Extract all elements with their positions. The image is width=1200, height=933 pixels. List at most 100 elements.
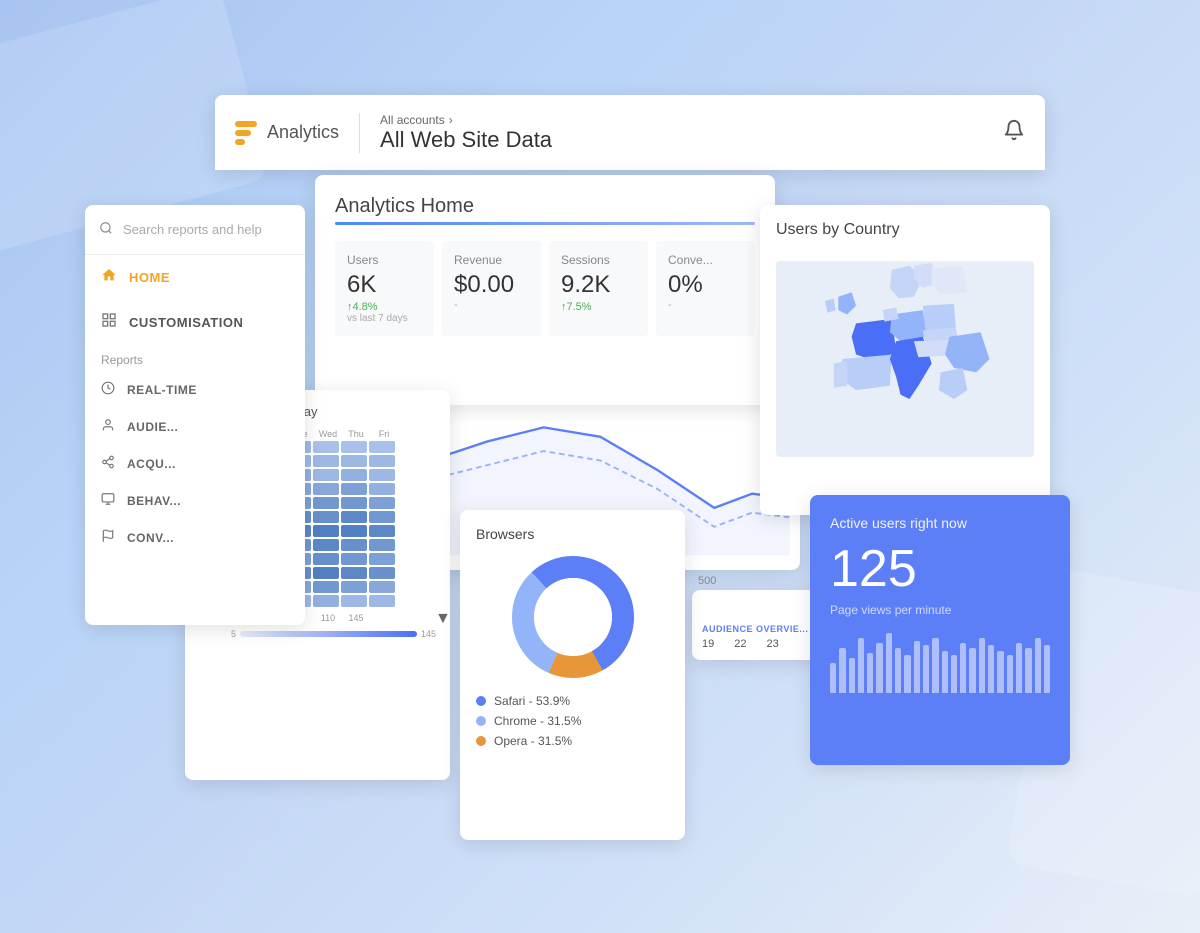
home-underline (335, 222, 755, 225)
mini-bar-item (932, 638, 938, 693)
mini-bar-item (1025, 648, 1031, 693)
realtime-label: REAL-TIME (127, 383, 197, 397)
mini-bar-item (867, 653, 873, 693)
mini-bar-item (904, 655, 910, 693)
conv-label: Conve... (668, 253, 743, 267)
breadcrumb-main: All Web Site Data (380, 127, 552, 153)
day-label-wed: Wed (315, 429, 341, 439)
conversions-label: CONV... (127, 531, 174, 545)
sidebar-item-behaviour[interactable]: BEHAV... (85, 482, 305, 519)
clock-icon (101, 381, 115, 398)
audience-overview-label: AUDIENCE OVERVIE... (702, 624, 812, 634)
donut-chart-svg (508, 552, 638, 682)
heatmap-cell (313, 553, 339, 565)
heatmap-cell (313, 539, 339, 551)
active-users-count: 125 (830, 539, 1050, 599)
audience-label: AUDIE... (127, 420, 178, 434)
day-label-fri: Fri (371, 429, 397, 439)
sidebar-item-acquisition[interactable]: ACQU... (85, 445, 305, 482)
browsers-card: Browsers Safari - 53.9% Chrome - 31.5% O… (460, 510, 685, 840)
mini-bar-item (876, 643, 882, 693)
mini-bar-item (1035, 638, 1041, 693)
mini-bar-item (960, 643, 966, 693)
legend-safari: Safari - 53.9% (476, 694, 669, 708)
app-name: Analytics (267, 122, 339, 143)
heatmap-cell (341, 525, 367, 537)
mini-bar-item (886, 633, 892, 693)
heatmap-cell (313, 581, 339, 593)
heatmap-cell (341, 455, 367, 467)
mini-bar-item (839, 648, 845, 693)
mini-bar-item (951, 655, 957, 693)
heatmap-cell (313, 483, 339, 495)
mini-bar-item (969, 648, 975, 693)
heatmap-cell (341, 553, 367, 565)
heatmap-cell (369, 455, 395, 467)
header-card: Analytics All accounts › All Web Site Da… (215, 95, 1045, 170)
conv-value: 0% (668, 271, 743, 299)
mini-bar-item (849, 658, 855, 693)
acquisition-label: ACQU... (127, 457, 176, 471)
safari-dot (476, 696, 486, 706)
chrome-dot (476, 716, 486, 726)
active-users-title: Active users right now (830, 515, 1050, 531)
metric-sessions: Sessions 9.2K ↑7.5% (549, 241, 648, 336)
customisation-label: CUSTOMISATION (129, 315, 243, 330)
behaviour-label: BEHAV... (127, 494, 181, 508)
person-icon (101, 418, 115, 435)
mini-bar-item (1016, 643, 1022, 693)
card-icon (101, 492, 115, 509)
heatmap-cell (341, 581, 367, 593)
logo-bar-top (235, 121, 257, 127)
heatmap-legend: 5 145 (231, 629, 436, 639)
heatmap-cell (341, 511, 367, 523)
europe-map-svg (776, 249, 1034, 469)
browsers-title: Browsers (476, 526, 669, 542)
analytics-home-title: Analytics Home (335, 195, 755, 218)
day-label-thu: Thu (343, 429, 369, 439)
metric-conversions: Conve... 0% - (656, 241, 755, 336)
heatmap-cell (341, 441, 367, 453)
mini-bar-item (942, 651, 948, 693)
legend-opera: Opera - 31.5% (476, 734, 669, 748)
notification-bell-icon[interactable] (1003, 119, 1025, 147)
active-users-sub: Page views per minute (830, 603, 1050, 617)
heatmap-cell (341, 539, 367, 551)
heatmap-cell (369, 581, 395, 593)
heatmap-cell (313, 441, 339, 453)
audience-overview-strip: AUDIENCE OVERVIE... 19 22 23 (692, 590, 822, 660)
sidebar-search[interactable]: Search reports and help (85, 205, 305, 255)
country-title: Users by Country (776, 221, 1034, 239)
heatmap-cell (369, 553, 395, 565)
revenue-value: $0.00 (454, 271, 529, 299)
heatmap-cell (369, 525, 395, 537)
mini-bar-item (997, 651, 1003, 693)
share-icon (101, 455, 115, 472)
sidebar-item-conversions[interactable]: CONV... (85, 519, 305, 556)
mini-bar-chart (830, 633, 1050, 693)
revenue-label: Revenue (454, 253, 529, 267)
sessions-label: Sessions (561, 253, 636, 267)
mini-bar-item (988, 645, 994, 693)
heatmap-cell (369, 497, 395, 509)
mini-bar-item (923, 645, 929, 693)
heatmap-cell (341, 567, 367, 579)
heatmap-cell (369, 567, 395, 579)
home-icon (101, 267, 117, 288)
breadcrumb: All accounts › All Web Site Data (380, 113, 552, 153)
heatmap-cell (341, 483, 367, 495)
mini-bar-item (830, 663, 836, 693)
sidebar-item-home[interactable]: HOME (85, 255, 305, 300)
heatmap-cell (313, 511, 339, 523)
dropdown-arrow-icon[interactable]: ▼ (435, 610, 451, 628)
metrics-row: Users 6K ↑4.8% vs last 7 days Revenue $0… (335, 241, 755, 336)
sidebar-item-customisation[interactable]: CUSTOMISATION (85, 300, 305, 345)
search-icon (99, 221, 113, 238)
donut-chart-wrapper (476, 552, 669, 682)
sidebar-item-realtime[interactable]: REAL-TIME (85, 371, 305, 408)
sidebar-item-audience[interactable]: AUDIE... (85, 408, 305, 445)
users-label: Users (347, 253, 422, 267)
users-value: 6K (347, 271, 422, 299)
value-500: 500 (698, 575, 716, 587)
country-card: Users by Country (760, 205, 1050, 515)
